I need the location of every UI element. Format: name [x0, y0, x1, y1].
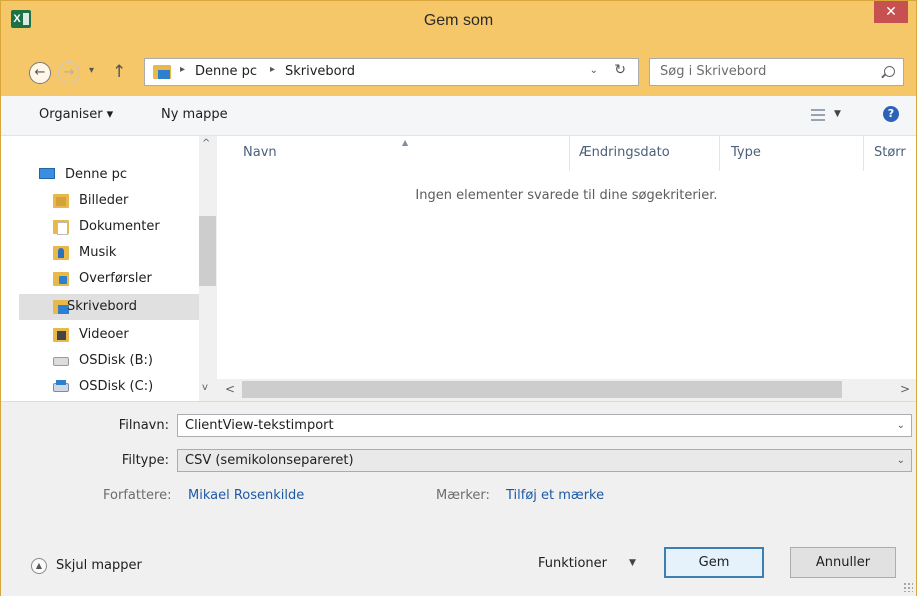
nav-item-label: Overførsler — [79, 271, 152, 286]
column-divider[interactable] — [569, 136, 570, 171]
filename-value: ClientView-tekstimport — [185, 418, 334, 433]
desktop-folder-icon — [153, 65, 171, 79]
search-placeholder: Søg i Skrivebord — [660, 64, 767, 79]
search-icon[interactable] — [884, 66, 895, 77]
search-box[interactable]: Søg i Skrivebord — [649, 58, 904, 86]
cancel-button[interactable]: Annuller — [790, 547, 896, 578]
help-icon[interactable]: ? — [883, 106, 899, 122]
window-title: Gem som — [423, 12, 494, 29]
refresh-icon[interactable]: ↻ — [614, 62, 626, 78]
breadcrumb-separator-icon[interactable]: ▸ — [180, 64, 185, 75]
drive-icon — [53, 357, 69, 366]
scroll-right-icon[interactable]: > — [900, 382, 910, 396]
nav-item-downloads[interactable]: Overførsler — [53, 266, 199, 292]
tags-label: Mærker: — [436, 488, 490, 503]
nav-item-label: Denne pc — [65, 167, 128, 182]
videos-folder-icon — [53, 328, 69, 342]
documents-folder-icon — [53, 220, 69, 235]
nav-item-desktop[interactable]: Skrivebord — [19, 294, 199, 320]
nav-item-label: Dokumenter — [79, 219, 160, 234]
nav-item-documents[interactable]: Dokumenter — [53, 214, 199, 240]
collapse-chevron-icon: ▲ — [31, 558, 47, 574]
hide-folders-label: Skjul mapper — [56, 558, 142, 573]
resize-grip-icon[interactable] — [903, 582, 913, 592]
address-row: ← → ▾ ↑ ▸ Denne pc ▸ Skrivebord ⌄ ↻ Søg … — [1, 41, 916, 96]
computer-icon — [39, 168, 55, 179]
column-divider[interactable] — [719, 136, 720, 171]
authors-label: Forfattere: — [103, 488, 172, 503]
breadcrumb-this-pc[interactable]: Denne pc — [195, 64, 257, 79]
nav-item-drive-c[interactable]: OSDisk (C:) — [53, 374, 199, 400]
filetype-dropdown-icon[interactable]: ⌄ — [897, 450, 905, 471]
sort-ascending-icon: ▲ — [402, 138, 409, 147]
filename-field[interactable]: ClientView-tekstimport ⌄ — [177, 414, 912, 437]
nav-item-label: OSDisk (C:) — [79, 379, 154, 394]
navigation-scrollbar[interactable]: ^ v — [199, 136, 216, 401]
save-button[interactable]: Gem — [664, 547, 764, 578]
title-bar: X Gem som ✕ — [1, 1, 916, 41]
nav-item-label: OSDisk (B:) — [79, 353, 153, 368]
navigation-pane: Denne pc Billeder Dokumenter Musik Overf… — [1, 136, 199, 401]
filename-label: Filnavn: — [118, 418, 169, 433]
save-as-dialog: X Gem som ✕ ← → ▾ ↑ ▸ Denne pc ▸ Skriveb… — [0, 0, 917, 596]
organise-menu[interactable]: Organiser ▾ — [39, 107, 113, 122]
column-header-size[interactable]: Størr — [874, 145, 906, 160]
music-folder-icon — [53, 246, 69, 260]
column-header-name[interactable]: Navn — [243, 145, 277, 160]
nav-item-music[interactable]: Musik — [53, 240, 199, 266]
filetype-label: Filtype: — [121, 453, 169, 468]
scrollbar-thumb[interactable] — [242, 381, 842, 398]
tags-field[interactable]: Tilføj et mærke — [506, 488, 604, 503]
nav-item-videos[interactable]: Videoer — [53, 322, 199, 348]
nav-item-pictures[interactable]: Billeder — [53, 188, 199, 214]
horizontal-scrollbar[interactable]: < > — [217, 379, 916, 401]
filetype-select[interactable]: CSV (semikolonsepareret) ⌄ — [177, 449, 912, 472]
column-header-type[interactable]: Type — [731, 145, 761, 160]
close-button[interactable]: ✕ — [874, 1, 908, 23]
filetype-value: CSV (semikolonsepareret) — [185, 453, 354, 468]
column-divider[interactable] — [863, 136, 864, 171]
scroll-left-icon[interactable]: < — [225, 382, 235, 396]
empty-folder-message: Ingen elementer svarede til dine søgekri… — [415, 188, 718, 203]
file-list[interactable]: ▲ Navn Ændringsdato Type Størr Ingen ele… — [217, 136, 916, 401]
nav-item-label: Musik — [79, 245, 117, 260]
view-dropdown-icon[interactable]: ▼ — [834, 109, 841, 119]
nav-item-label: Videoer — [79, 327, 129, 342]
tools-dropdown-icon[interactable]: ▼ — [629, 558, 636, 568]
scrollbar-thumb[interactable] — [199, 216, 216, 286]
nav-item-this-pc[interactable]: Denne pc — [39, 162, 199, 188]
system-drive-icon — [53, 380, 69, 392]
scroll-up-icon[interactable]: ^ — [202, 138, 210, 149]
scroll-down-icon[interactable]: v — [202, 382, 208, 393]
downloads-folder-icon — [53, 272, 69, 286]
nav-item-label: Skrivebord — [67, 299, 138, 314]
breadcrumb-desktop[interactable]: Skrivebord — [285, 64, 355, 79]
up-button[interactable]: ↑ — [112, 62, 126, 82]
authors-field[interactable]: Mikael Rosenkilde — [188, 488, 304, 503]
recent-locations-chevron-icon[interactable]: ▾ — [89, 65, 94, 76]
pictures-folder-icon — [53, 194, 69, 208]
forward-button[interactable]: → — [58, 62, 80, 84]
address-bar[interactable]: ▸ Denne pc ▸ Skrivebord ⌄ ↻ — [144, 58, 639, 86]
command-bar: Organiser ▾ Ny mappe ▼ ? — [1, 96, 916, 136]
tools-menu[interactable]: Funktioner — [538, 556, 607, 571]
nav-item-drive-b[interactable]: OSDisk (B:) — [53, 348, 199, 374]
column-header-modified[interactable]: Ændringsdato — [579, 145, 670, 160]
address-dropdown-icon[interactable]: ⌄ — [590, 65, 598, 76]
breadcrumb-separator-icon[interactable]: ▸ — [270, 64, 275, 75]
new-folder-button[interactable]: Ny mappe — [161, 107, 228, 122]
back-button[interactable]: ← — [29, 62, 51, 84]
view-options-icon[interactable] — [811, 109, 825, 121]
filename-dropdown-icon[interactable]: ⌄ — [897, 415, 905, 436]
nav-item-label: Billeder — [79, 193, 129, 208]
